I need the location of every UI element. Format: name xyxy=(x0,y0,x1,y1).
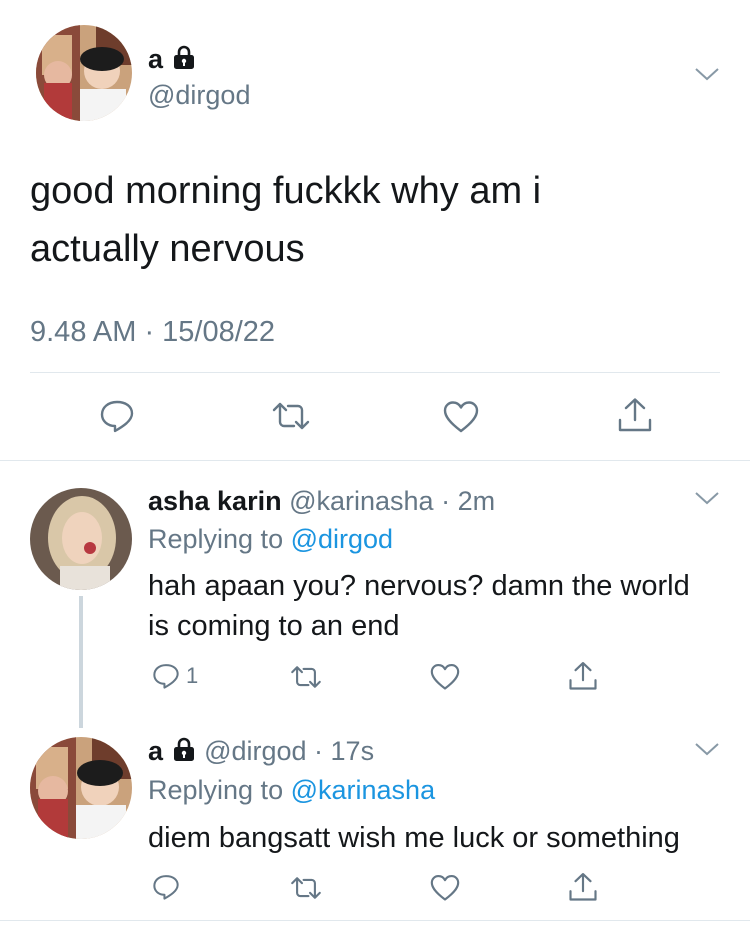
author-name[interactable]: asha karin xyxy=(148,486,282,516)
retweet-icon xyxy=(272,402,310,430)
replying-label: Replying to xyxy=(148,524,284,554)
reply-text: diem bangsatt wish me luck or something xyxy=(148,822,680,854)
reply-icon xyxy=(100,400,134,433)
replying-handle-link[interactable]: @karinasha xyxy=(291,775,435,805)
like-button[interactable] xyxy=(430,663,460,691)
author-handle[interactable]: @dirgod xyxy=(148,78,250,112)
chevron-down-icon[interactable] xyxy=(694,66,720,87)
retweet-button[interactable] xyxy=(270,400,312,432)
like-icon xyxy=(430,874,460,901)
reply-button[interactable]: 1 xyxy=(152,662,198,690)
author-handle[interactable]: @dirgod xyxy=(204,736,306,766)
reply-button[interactable] xyxy=(152,873,180,901)
share-button[interactable] xyxy=(568,871,598,903)
author-name[interactable]: a xyxy=(148,736,163,766)
tweet-time[interactable]: · 17s xyxy=(314,736,374,766)
reply-icon xyxy=(153,875,179,900)
reply-text: hah apaan you? nervous? damn the world i… xyxy=(148,566,690,646)
replying-label: Replying to xyxy=(148,775,284,805)
tweet-time[interactable]: · 2m xyxy=(441,486,495,516)
share-icon xyxy=(569,661,597,690)
author-name[interactable]: a xyxy=(148,44,163,74)
replying-handle-link[interactable]: @dirgod xyxy=(291,524,393,554)
lock-icon xyxy=(171,44,197,78)
like-icon xyxy=(430,663,460,690)
avatar[interactable] xyxy=(30,488,132,590)
tweet-text-line: good morning fuckkk why am i xyxy=(30,170,542,212)
share-button[interactable] xyxy=(617,396,653,434)
reply-text-line: is coming to an end xyxy=(148,610,400,642)
tweet-timestamp[interactable]: 9.48 AM · 15/08/22 xyxy=(30,314,275,350)
reply-icon xyxy=(153,664,179,689)
chevron-down-icon[interactable] xyxy=(694,490,720,511)
reply-count: 1 xyxy=(186,663,199,688)
retweet-button[interactable] xyxy=(289,875,323,901)
share-button[interactable] xyxy=(568,660,598,692)
tweet-text: good morning fuckkk why am i actually ne… xyxy=(30,162,541,278)
like-button[interactable] xyxy=(430,874,460,902)
avatar[interactable] xyxy=(30,737,132,839)
retweet-icon xyxy=(291,877,321,899)
like-button[interactable] xyxy=(443,400,479,434)
share-icon xyxy=(618,398,652,432)
share-icon xyxy=(569,872,597,901)
author-handle[interactable]: @karinasha xyxy=(289,486,433,516)
reply-button[interactable] xyxy=(99,398,135,434)
divider xyxy=(30,372,720,373)
divider xyxy=(0,460,750,461)
retweet-button[interactable] xyxy=(289,664,323,690)
lock-icon xyxy=(171,736,197,770)
thread-line xyxy=(79,596,83,728)
retweet-icon xyxy=(291,666,321,688)
avatar[interactable] xyxy=(36,25,132,121)
chevron-down-icon[interactable] xyxy=(694,741,720,762)
reply-text-line: hah apaan you? nervous? damn the world xyxy=(148,570,690,602)
divider xyxy=(0,920,750,921)
tweet-text-line: actually nervous xyxy=(30,228,305,270)
like-icon xyxy=(443,401,479,433)
